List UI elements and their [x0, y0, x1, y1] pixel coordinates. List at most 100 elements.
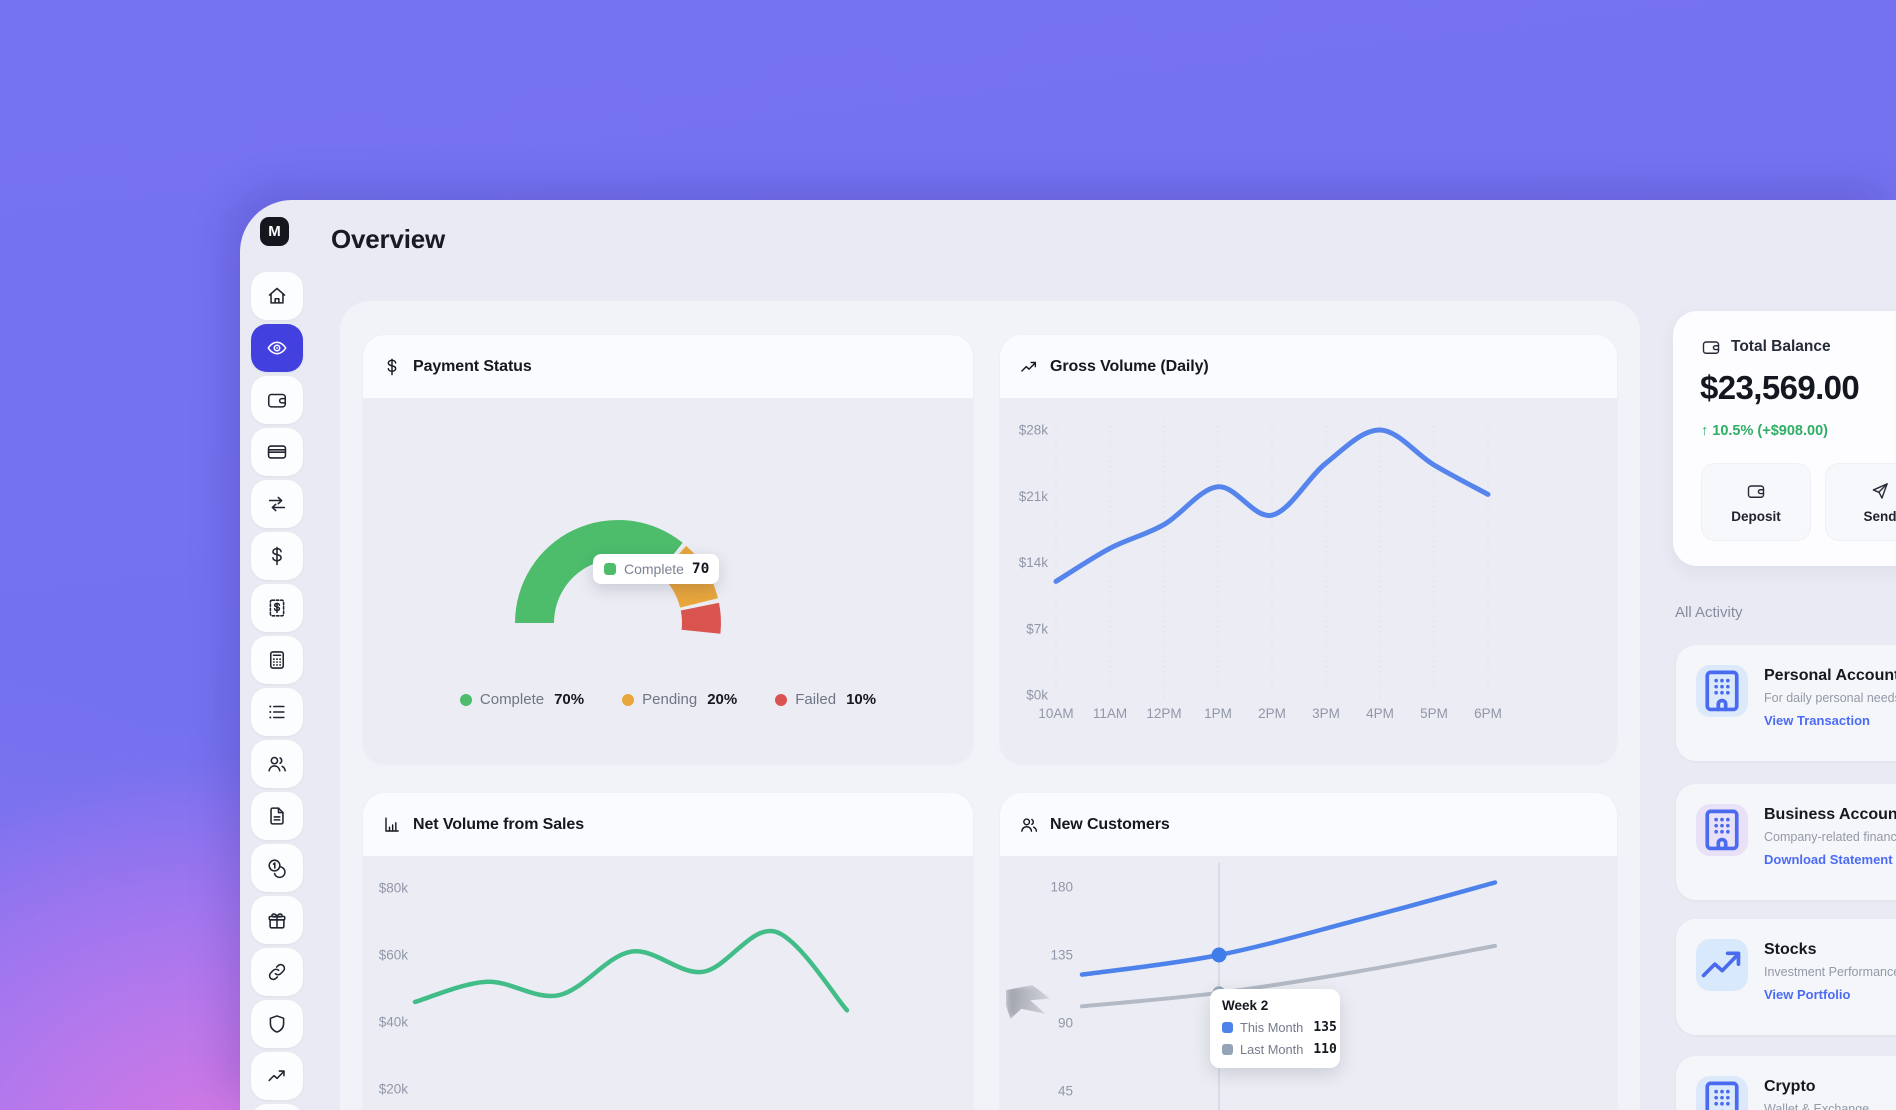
shield-icon-wrap [266, 1013, 288, 1035]
building-icon [1696, 665, 1748, 717]
home-icon [266, 285, 288, 307]
trending-up-icon [1696, 939, 1748, 991]
y-tick-label: 90 [1058, 1016, 1073, 1031]
send-button[interactable]: Send [1825, 463, 1896, 541]
send-icon [1870, 481, 1890, 501]
activity-icon-tile [1696, 939, 1748, 991]
trending-up-icon-wrap [266, 1065, 288, 1087]
home-icon-wrap [266, 285, 288, 307]
app-background: M Overview Payment Status Complete 70 Co… [0, 0, 1896, 1110]
legend-label: Complete [480, 691, 544, 708]
sidebar-item-gift[interactable] [251, 896, 303, 944]
legend-label: Failed [795, 691, 836, 708]
shield-icon [266, 1013, 288, 1035]
sidebar-item-credit-card[interactable] [251, 428, 303, 476]
activity-subtitle: Company-related finances [1764, 830, 1896, 844]
customers-tooltip-rows: This Month135Last Month110 [1222, 1020, 1328, 1057]
activity-link[interactable]: View Portfolio [1764, 987, 1850, 1002]
sidebar-item-terminal[interactable] [251, 1104, 303, 1110]
gross-volume-chart[interactable]: $28k$21k$14k$7k$0k10AM11AM12PM1PM2PM3PM4… [1000, 335, 1617, 763]
document-icon [266, 805, 288, 827]
new-customers-header: New Customers [1000, 793, 1617, 856]
sidebar-item-calculator[interactable] [251, 636, 303, 684]
sidebar-item-list[interactable] [251, 688, 303, 736]
series-value: 135 [1313, 1020, 1336, 1035]
activity-card-stocks[interactable]: StocksInvestment PerformanceView Portfol… [1676, 919, 1896, 1035]
activity-link[interactable]: Download Statement [1764, 852, 1893, 867]
gauge-legend: Complete70%Pending20%Failed10% [363, 691, 973, 708]
sidebar-item-document[interactable] [251, 792, 303, 840]
dollar-icon [382, 357, 402, 377]
link-icon [266, 961, 288, 983]
activity-card-crypto[interactable]: CryptoWallet & Exchange [1676, 1056, 1896, 1110]
sidebar-item-wallet[interactable] [251, 376, 303, 424]
icon-rail [251, 272, 303, 1110]
activity-subtitle: For daily personal needs [1764, 691, 1896, 705]
users-icon [266, 753, 288, 775]
y-tick-label: $7k [1026, 621, 1048, 636]
x-tick-label: 4PM [1366, 706, 1394, 721]
complete-swatch [604, 563, 616, 575]
gift-icon [266, 909, 288, 931]
x-tick-label: 2PM [1258, 706, 1286, 721]
sidebar-item-dollar[interactable] [251, 532, 303, 580]
coins-icon-wrap [266, 857, 288, 879]
wallet-icon [266, 389, 288, 411]
deposit-button[interactable]: Deposit [1701, 463, 1811, 541]
activity-link[interactable]: View Transaction [1764, 713, 1870, 728]
legend-dot [775, 694, 787, 706]
wallet-icon [1746, 481, 1766, 501]
sidebar-item-shield[interactable] [251, 1000, 303, 1048]
users-icon-wrap [266, 753, 288, 775]
legend-dot [622, 694, 634, 706]
activity-card-business-account[interactable]: Business AccountCompany-related finances… [1676, 784, 1896, 900]
y-tick-label: $40k [379, 1015, 409, 1030]
link-icon-wrap [266, 961, 288, 983]
x-tick-label: 11AM [1093, 706, 1127, 721]
new-customers-card: New Customers 1801359045 Week 2 This Mon… [1000, 793, 1617, 1110]
y-tick-label: $20k [379, 1082, 409, 1097]
tooltip-label: Complete [624, 561, 684, 577]
invoice-icon-wrap [266, 597, 288, 619]
x-tick-label: 5PM [1420, 706, 1448, 721]
wallet-icon [1701, 337, 1721, 357]
y-tick-label: $0k [1026, 688, 1048, 703]
users-icon [1019, 815, 1039, 835]
net-volume-card: Net Volume from Sales $80k$60k$40k$20k [363, 793, 973, 1110]
credit-card-icon-wrap [266, 441, 288, 463]
x-tick-label: 6PM [1474, 706, 1502, 721]
send-icon [1870, 481, 1890, 501]
credit-card-icon [266, 441, 288, 463]
users-icon [1019, 815, 1039, 835]
y-tick-label: $14k [1019, 555, 1049, 570]
bar-chart-icon [382, 815, 402, 835]
total-balance-header: Total Balance [1701, 337, 1831, 357]
card-title: Payment Status [413, 358, 532, 376]
dollar-icon [266, 545, 288, 567]
building-icon [1696, 1076, 1748, 1110]
total-balance-amount: $23,569.00 [1700, 369, 1859, 407]
payment-status-card: Payment Status Complete 70 Complete70%Pe… [363, 335, 973, 763]
calculator-icon-wrap [266, 649, 288, 671]
sidebar-item-link[interactable] [251, 948, 303, 996]
invoice-icon [266, 597, 288, 619]
sidebar-item-trending-up[interactable] [251, 1052, 303, 1100]
legend-value: 10% [846, 691, 876, 708]
sidebar-item-home[interactable] [251, 272, 303, 320]
series-label: Last Month [1240, 1042, 1303, 1057]
sidebar-item-invoice[interactable] [251, 584, 303, 632]
x-tick-label: 10AM [1038, 706, 1073, 721]
gauge-segment [681, 603, 721, 634]
activity-card-personal-account[interactable]: Personal AccountFor daily personal needs… [1676, 645, 1896, 761]
sidebar-item-coins[interactable] [251, 844, 303, 892]
send-label: Send [1863, 509, 1896, 524]
line-series-0 [1082, 883, 1495, 975]
trending-up-icon [1019, 357, 1039, 377]
document-icon-wrap [266, 805, 288, 827]
total-balance-label: Total Balance [1731, 338, 1831, 356]
activity-icon-tile [1696, 1076, 1748, 1110]
sidebar-item-transfers[interactable] [251, 480, 303, 528]
sidebar-item-users[interactable] [251, 740, 303, 788]
this-month-marker [1212, 948, 1227, 963]
sidebar-item-eye[interactable] [251, 324, 303, 372]
